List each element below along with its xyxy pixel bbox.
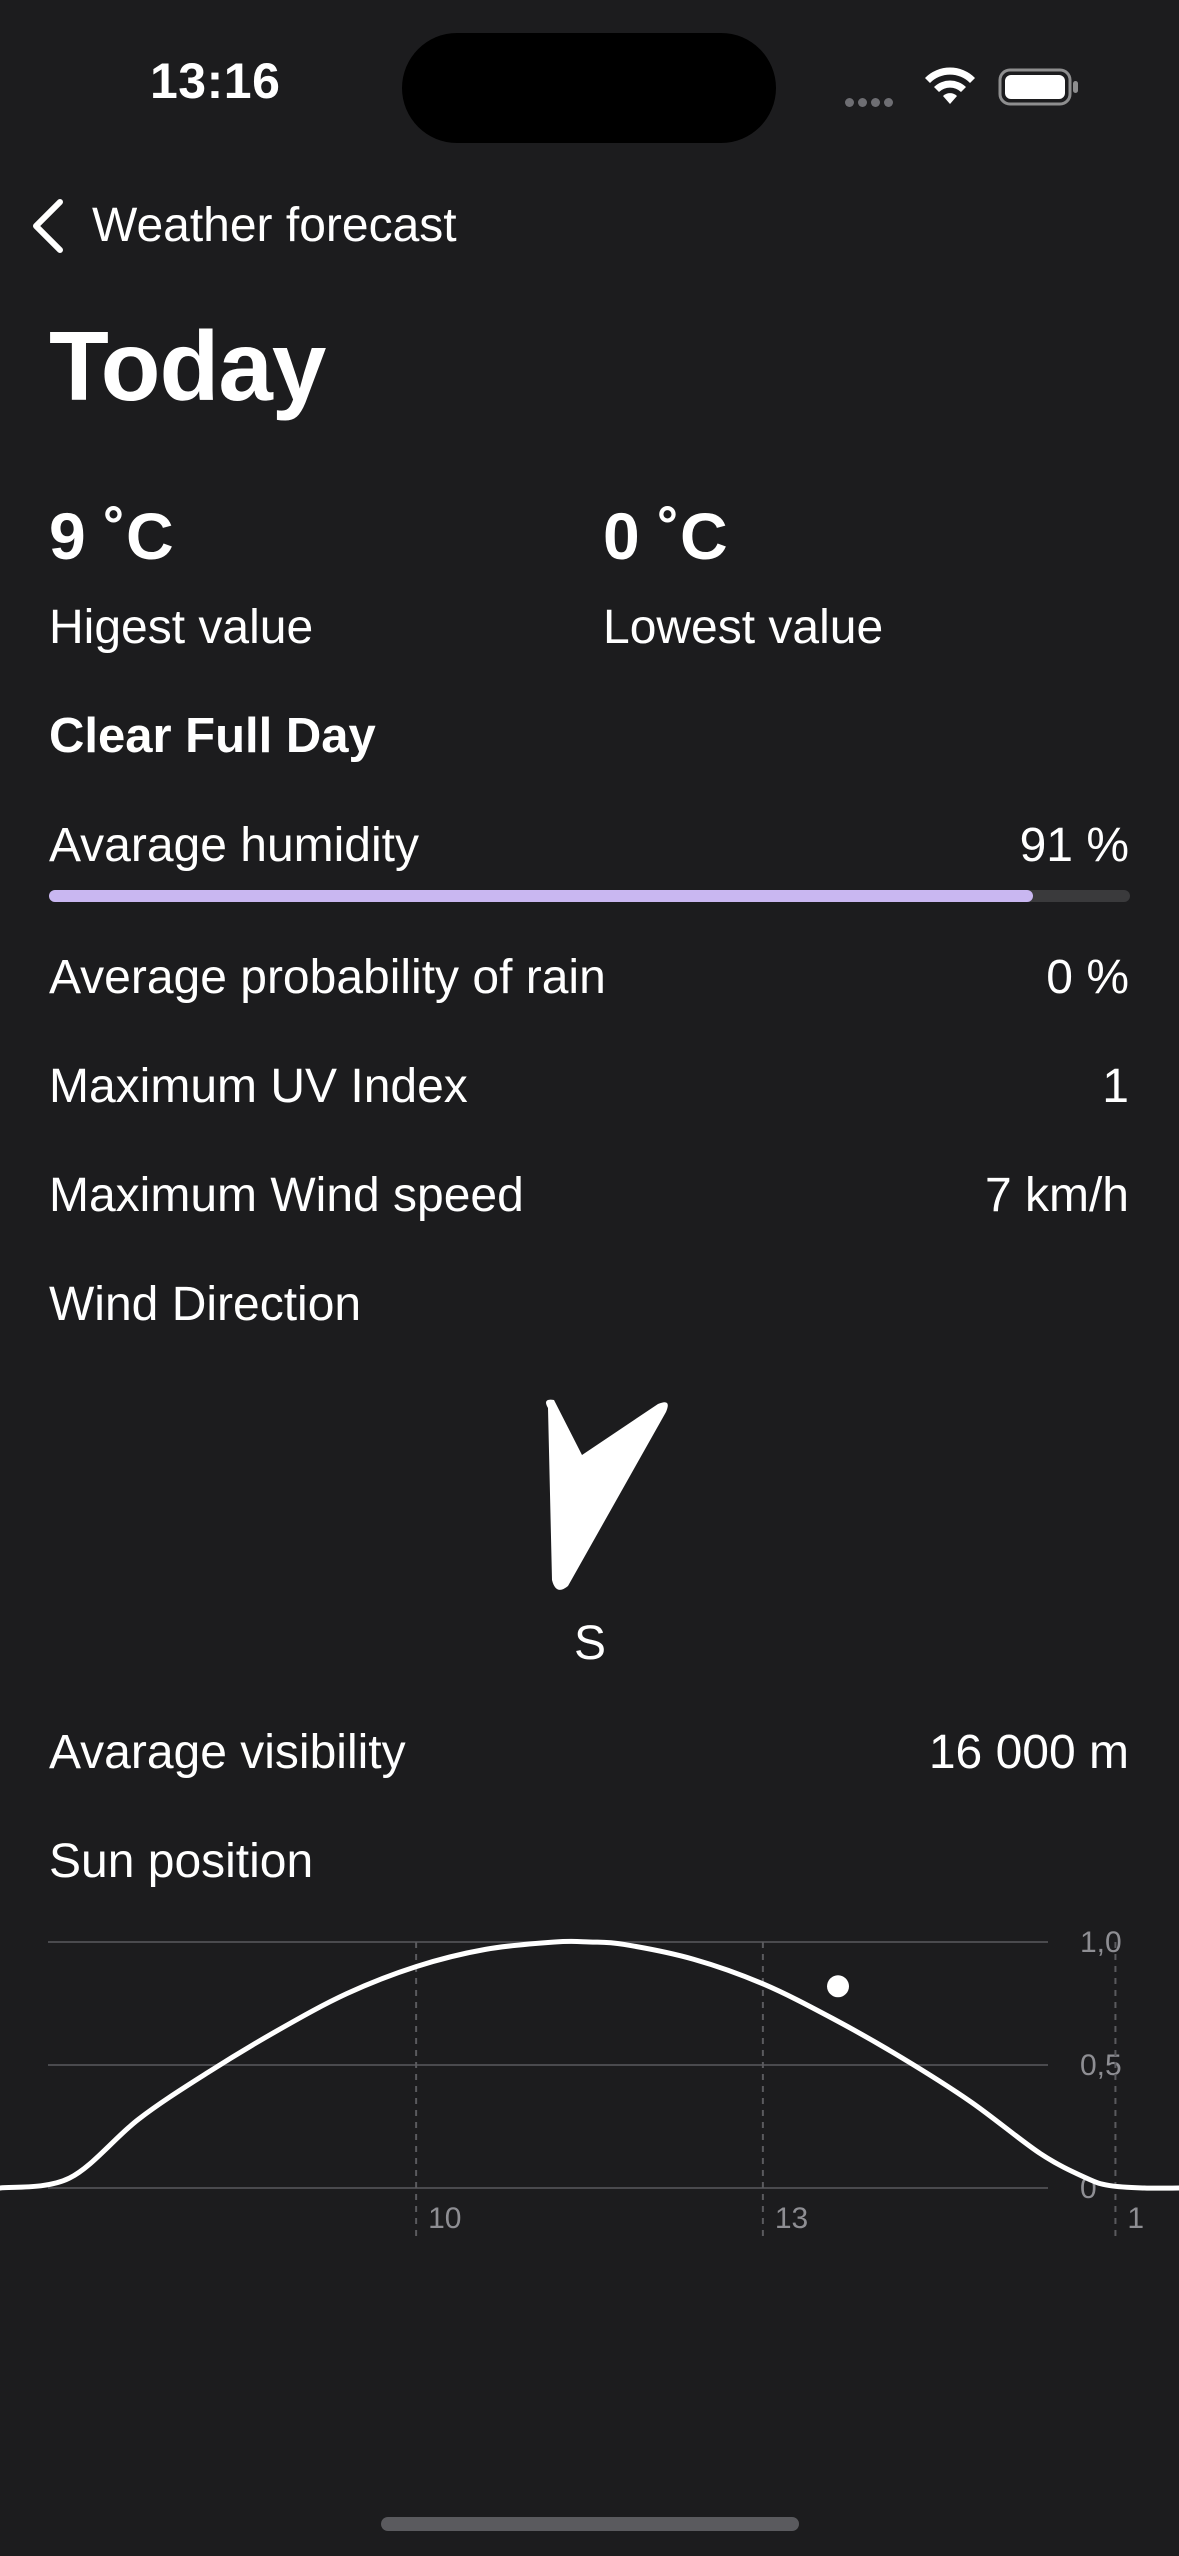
- signal-dots-icon: [845, 94, 905, 107]
- navigation-arrow-icon: [520, 1390, 680, 1600]
- low-temp-value: 0 ˚C: [603, 499, 728, 573]
- sun-marker-point: [827, 1975, 850, 1998]
- x-tick-label: 13: [775, 2202, 808, 2235]
- uv-value: 1: [1102, 1060, 1129, 1113]
- x-tick-label: 1: [1127, 2202, 1144, 2235]
- high-temp-label: Higest value: [49, 601, 314, 654]
- wind-direction-value: S: [573, 1617, 606, 1670]
- wind-direction-label: Wind Direction: [49, 1278, 362, 1331]
- battery-icon: [998, 68, 1080, 106]
- humidity-value: 91 %: [1019, 819, 1129, 872]
- condition-text: Clear Full Day: [49, 709, 376, 763]
- wind-speed-value: 7 km/h: [984, 1169, 1129, 1222]
- humidity-bar-fill: [49, 890, 1033, 902]
- rain-label: Average probability of rain: [49, 951, 606, 1004]
- wifi-icon: [924, 66, 976, 106]
- page-title: Today: [49, 311, 326, 421]
- x-tick-label: 10: [428, 2202, 461, 2235]
- back-button[interactable]: [24, 196, 74, 256]
- high-temp-value: 9 ˚C: [49, 499, 174, 573]
- uv-label: Maximum UV Index: [49, 1060, 468, 1113]
- sun-position-label: Sun position: [49, 1835, 314, 1888]
- rain-value: 0 %: [1046, 951, 1129, 1004]
- humidity-bar: [49, 890, 1130, 902]
- low-temp-label: Lowest value: [603, 601, 884, 654]
- wind-speed-label: Maximum Wind speed: [49, 1169, 524, 1222]
- home-indicator[interactable]: [381, 2517, 799, 2531]
- sun-position-chart: 1,00,5010 13 1: [0, 1926, 1179, 2240]
- back-label[interactable]: Weather forecast: [92, 198, 457, 253]
- visibility-value: 16 000 m: [928, 1726, 1129, 1779]
- dynamic-island: [402, 33, 776, 143]
- status-time: 13:16: [150, 53, 281, 109]
- visibility-label: Avarage visibility: [49, 1726, 406, 1779]
- humidity-label: Avarage humidity: [49, 819, 419, 872]
